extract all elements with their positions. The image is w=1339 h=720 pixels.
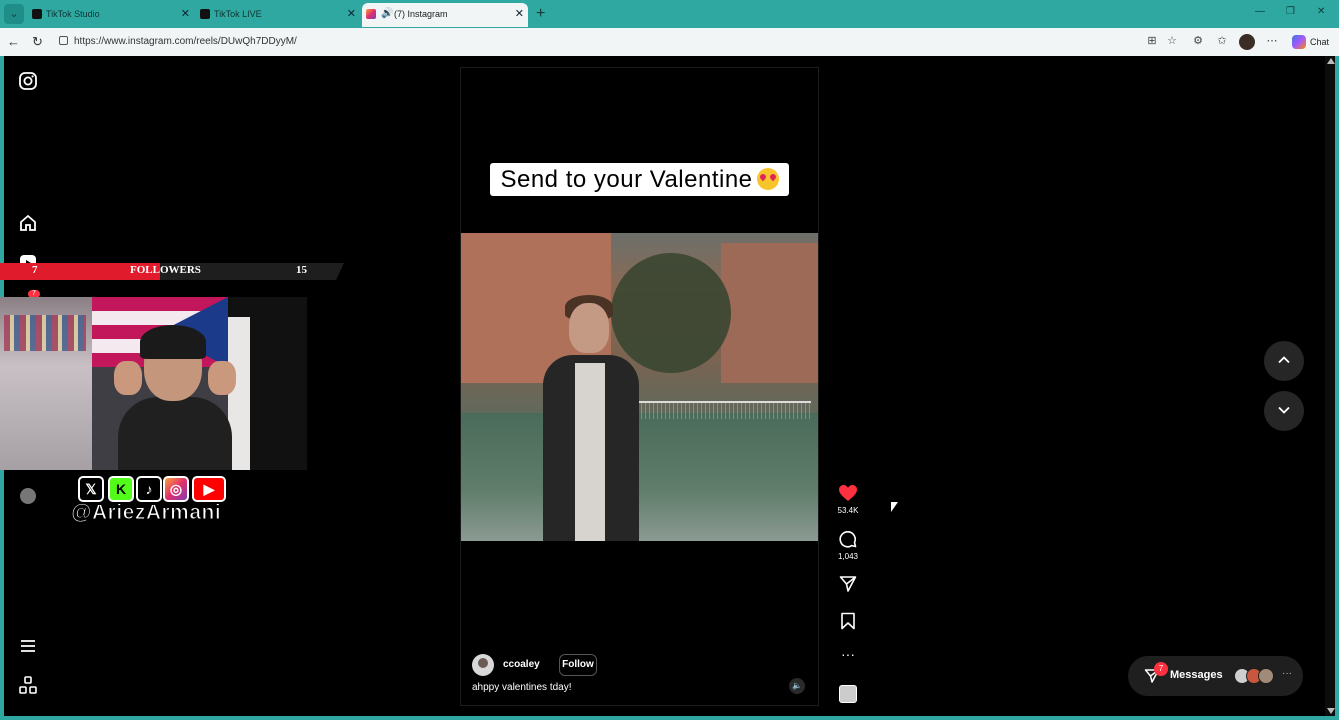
author-username[interactable]: ccoaley [503,659,540,670]
favorites-icon[interactable]: ✩ [1216,35,1228,47]
followers-goal: 15 [296,264,307,276]
menu-icon[interactable] [18,636,38,656]
back-arrow-icon[interactable]: ← [7,34,20,50]
audio-toggle-button[interactable]: 🔈 [789,678,805,694]
comment-button[interactable]: 1,043 [836,530,860,561]
streamer-handle: @AriezArmani [70,501,222,525]
messages-badge: 7 [1154,662,1168,676]
extensions-icon[interactable]: ⚙ [1192,35,1204,47]
followers-label: FOLLOWERS [130,264,201,276]
address-bar: ← ↻ https://www.instagram.com/reels/DUwQ… [0,28,1339,56]
tab-label: TikTok Studio [46,9,100,19]
video-text-banner: Send to your Valentine [490,163,789,196]
more-options-icon[interactable]: ··· [836,646,860,662]
speaker-icon[interactable]: 🔊 [381,3,393,25]
follow-button[interactable]: Follow [559,654,597,676]
reel-player[interactable]: Send to your Valentine ccoaley Follow ah… [460,67,819,706]
profile-avatar[interactable] [20,488,36,504]
reel-caption[interactable]: ahppy valentines tday! [472,682,572,693]
tiktok-studio-favicon-icon [32,9,42,19]
followers-current: 7 [32,264,38,276]
banner-text: Send to your Valentine [500,166,753,193]
share-button[interactable] [836,575,860,598]
tab-tiktok-studio[interactable]: TikTok Studio ✕ [28,3,194,27]
favorite-star-icon[interactable]: ☆ [1166,35,1178,47]
minimize-icon[interactable]: — [1255,6,1265,17]
comment-count: 1,043 [837,552,859,561]
like-count: 53.4K [837,506,859,515]
tab-label: TikTok LIVE [214,9,262,19]
profile-avatar[interactable] [1239,34,1255,50]
previous-reel-button[interactable] [1264,341,1304,381]
scroll-down-icon[interactable] [1327,708,1335,714]
url-text: https://www.instagram.com/reels/DUwQh7DD… [74,36,297,47]
kick-logo-icon: K [108,476,134,502]
also-from-meta-icon[interactable] [18,675,38,695]
tab-bar: ⌄ TikTok Studio ✕ TikTok LIVE ✕ 🔊 (7) In… [0,0,1339,28]
url-field[interactable]: https://www.instagram.com/reels/DUwQh7DD… [52,32,1192,52]
close-tab-icon[interactable]: ✕ [515,3,524,25]
shelf-image [4,315,86,351]
next-reel-button[interactable] [1264,391,1304,431]
like-button[interactable]: 53.4K [836,484,860,515]
more-menu-icon[interactable]: ⋯ [1266,35,1278,47]
tab-list-button[interactable]: ⌄ [4,4,24,24]
refresh-icon[interactable]: ↻ [32,34,43,50]
page-scrollbar[interactable] [1325,56,1335,716]
restore-icon[interactable]: ❐ [1286,6,1295,17]
audio-thumbnail[interactable] [839,685,857,703]
man-running-image [529,293,649,541]
close-window-icon[interactable]: ✕ [1317,6,1325,17]
tab-instagram[interactable]: 🔊 (7) Instagram ✕ [362,3,528,27]
tab-tiktok-live[interactable]: TikTok LIVE ✕ [196,3,360,27]
instagram-favicon-icon [366,9,376,19]
browser-window: ⌄ TikTok Studio ✕ TikTok LIVE ✕ 🔊 (7) In… [0,0,1339,720]
app-available-icon[interactable]: ⊞ [1146,35,1158,47]
copilot-icon [1292,35,1306,49]
author-avatar[interactable] [472,654,494,676]
tiktok-logo-icon: ♪ [136,476,162,502]
streamer-image [110,325,240,470]
close-tab-icon[interactable]: ✕ [347,3,356,25]
mouse-cursor-icon [891,502,898,512]
more-conversations-icon: ··· [1282,668,1292,679]
site-info-icon[interactable] [59,36,68,45]
webcam-overlay [0,297,307,470]
instagram-logo-icon[interactable] [18,71,38,91]
instagram-logo-icon: ◎ [163,476,189,502]
messages-button[interactable]: 7 Messages ··· [1128,656,1303,696]
scroll-up-icon[interactable] [1327,58,1335,64]
messages-label: Messages [1170,669,1223,681]
x-logo-icon: 𝕏 [78,476,104,502]
chat-label: Chat [1310,37,1330,47]
close-tab-icon[interactable]: ✕ [181,3,190,25]
video-frame[interactable] [461,233,818,541]
home-icon[interactable] [18,213,38,233]
conversation-avatar [1258,668,1274,684]
youtube-logo-icon: ▶ [192,476,226,502]
heart-eyes-emoji-icon [756,168,779,190]
copilot-chat-button[interactable]: Chat [1292,34,1329,50]
building-image [721,243,818,383]
new-tab-icon[interactable]: + [536,5,545,23]
save-button[interactable] [836,612,860,635]
tiktok-favicon-icon [200,9,210,19]
